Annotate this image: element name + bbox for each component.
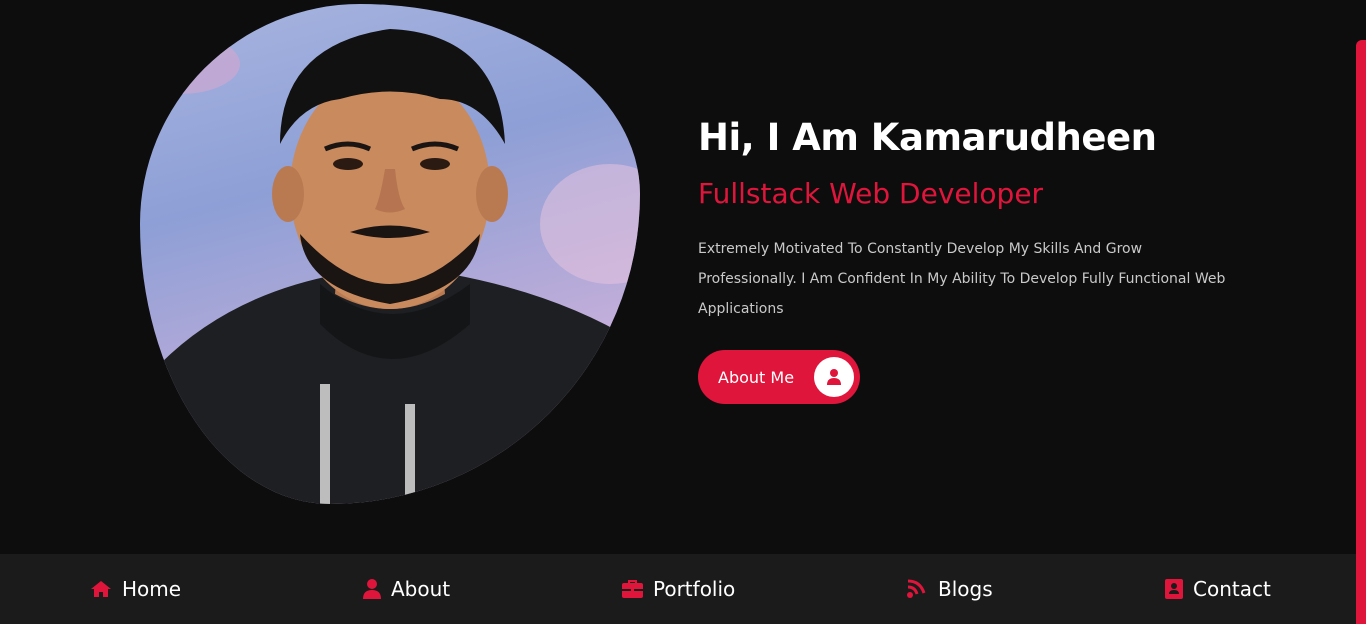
nav-item-about[interactable]: About (363, 554, 450, 624)
user-icon (363, 579, 381, 599)
profile-photo (140, 4, 640, 504)
role-subtitle: Fullstack Web Developer (698, 177, 1044, 210)
nav-label-blogs: Blogs (938, 577, 993, 601)
about-me-label: About Me (718, 367, 795, 387)
about-me-icon-circle (814, 357, 854, 397)
nav-item-home[interactable]: Home (90, 554, 181, 624)
address-book-icon (1165, 579, 1183, 599)
nav-item-portfolio[interactable]: Portfolio (622, 554, 735, 624)
nav-item-blogs[interactable]: Blogs (906, 554, 993, 624)
scrollbar-thumb[interactable] (1356, 40, 1366, 624)
nav-label-about: About (391, 577, 451, 601)
blog-icon (907, 579, 926, 598)
user-icon (827, 369, 841, 385)
home-icon (91, 581, 111, 597)
nav-label-portfolio: Portfolio (653, 577, 736, 601)
nav-label-home: Home (122, 577, 182, 601)
intro-section: Hi, I Am Kamarudheen Fullstack Web Devel… (698, 112, 1258, 324)
nav-item-contact[interactable]: Contact (1165, 554, 1271, 624)
nav-label-contact: Contact (1193, 577, 1271, 601)
bottom-navigation: Home About Portfolio Blogs Contact (0, 554, 1356, 624)
intro-description: Extremely Motivated To Constantly Develo… (698, 241, 1226, 317)
greeting-heading: Hi, I Am Kamarudheen (698, 116, 1157, 159)
briefcase-icon (622, 580, 643, 598)
about-me-button[interactable]: About Me (698, 350, 860, 404)
